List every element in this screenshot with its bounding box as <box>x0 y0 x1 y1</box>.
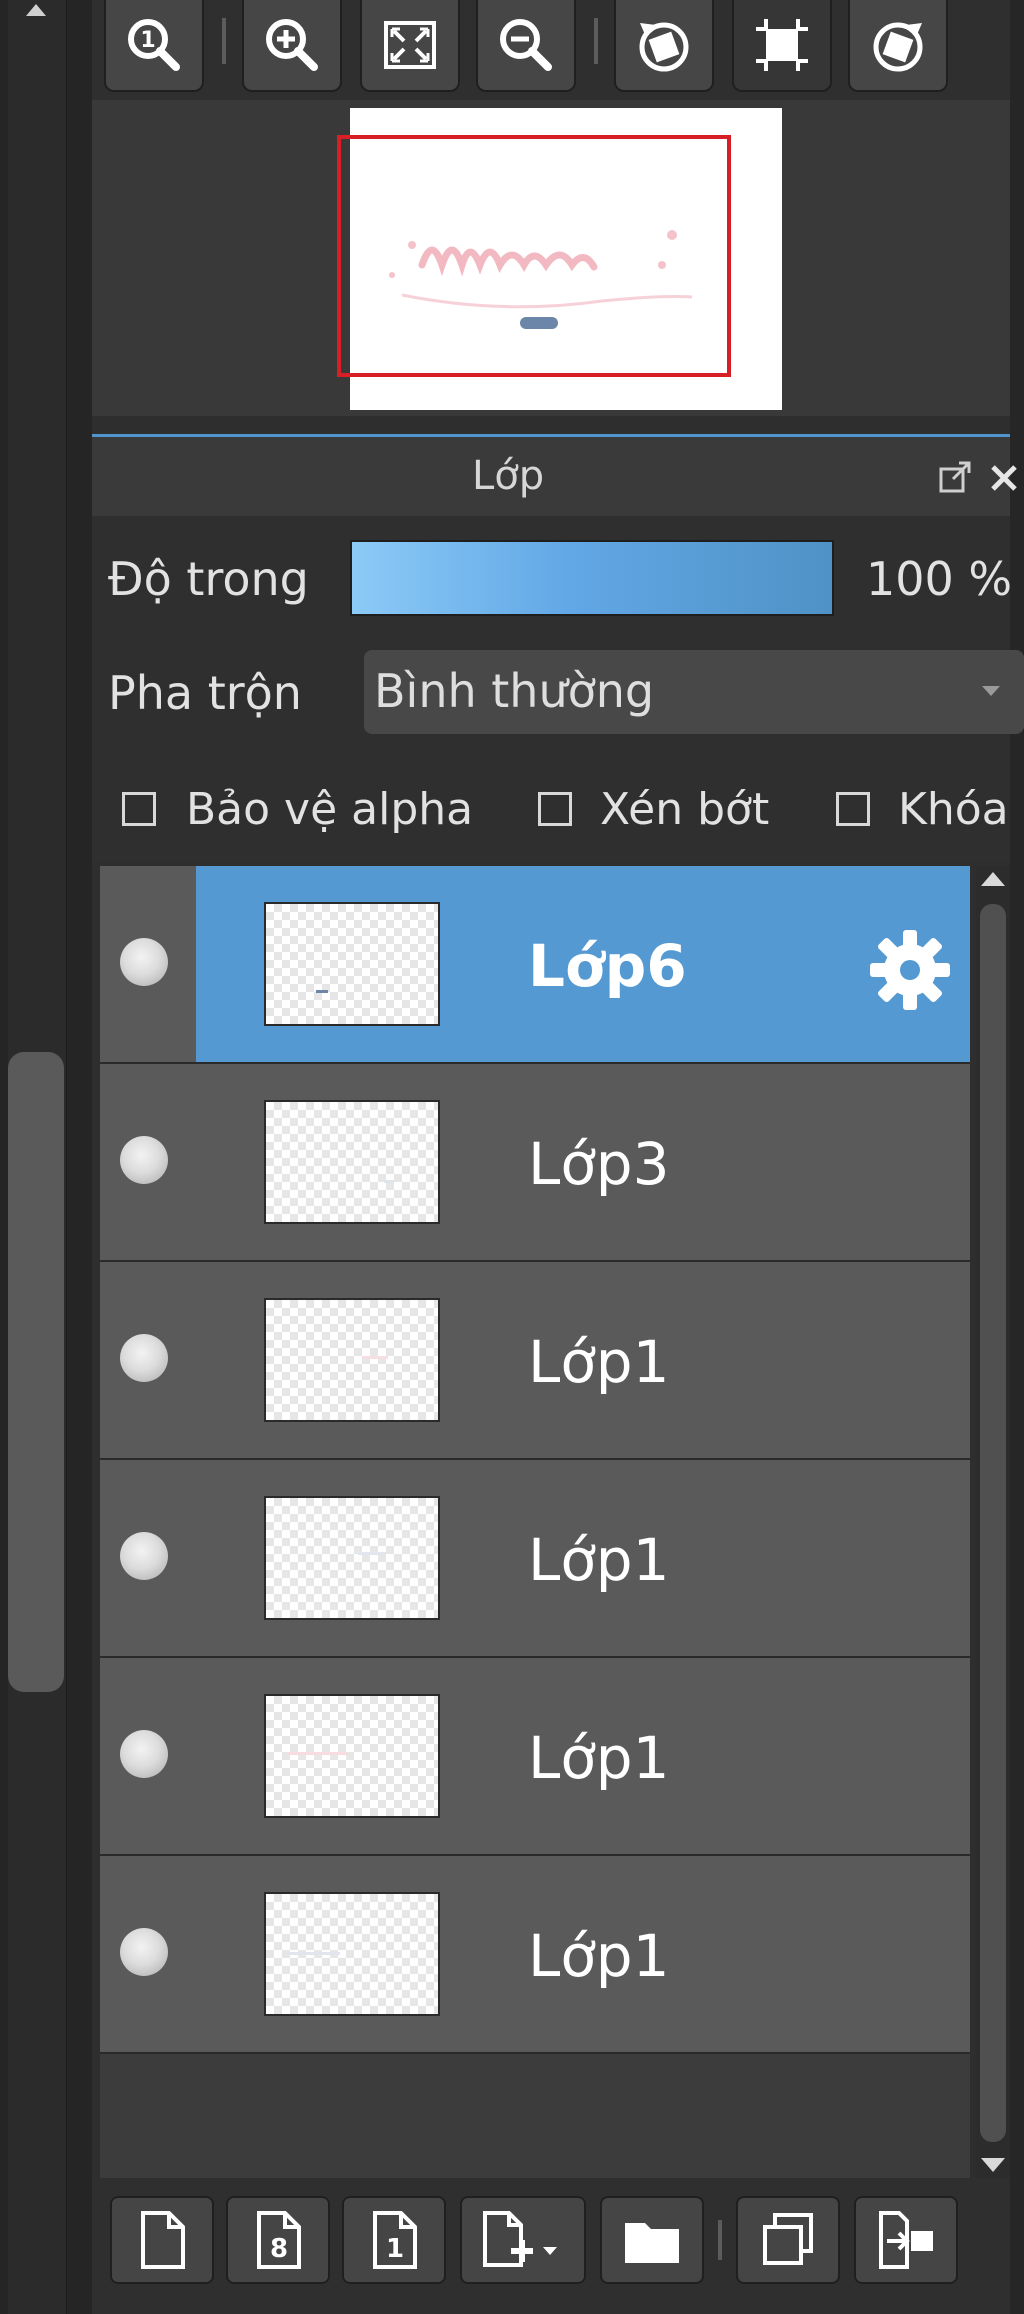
layer-name: Lớp3 <box>528 1130 670 1198</box>
scroll-up-arrow-icon[interactable] <box>981 872 1005 886</box>
layer-row[interactable]: Lớp1 <box>100 1460 970 1658</box>
layer-name: Lớp1 <box>528 1328 670 1396</box>
add-layer-menu-button[interactable] <box>460 2196 586 2284</box>
visibility-toggle-icon[interactable] <box>120 1928 168 1976</box>
fit-canvas-button[interactable] <box>732 0 832 92</box>
toolbar-separator <box>718 2220 722 2260</box>
layer-name: Lớp6 <box>528 932 687 1000</box>
zoom-out-icon <box>500 19 552 71</box>
new-folder-button[interactable] <box>600 2196 704 2284</box>
blend-mode-value: Bình thường <box>374 664 655 718</box>
layer-name: Lớp1 <box>528 1526 670 1594</box>
visibility-toggle-icon[interactable] <box>120 1730 168 1778</box>
layer-row[interactable]: Lớp6 <box>100 866 970 1064</box>
opacity-label: Độ trong <box>108 552 309 606</box>
merge-down-button[interactable] <box>854 2196 958 2284</box>
layer-thumbnail <box>264 902 440 1026</box>
rotate-left-button[interactable] <box>614 0 714 92</box>
zoom-1-icon: 1 <box>128 19 180 71</box>
zoom-in-icon <box>266 19 318 71</box>
new-1bit-layer-button[interactable]: 1 <box>342 2196 446 2284</box>
rotate-left-icon <box>639 22 689 72</box>
layer-thumbnail <box>264 1100 440 1224</box>
zoom-out-button[interactable] <box>476 0 576 92</box>
rotate-right-button[interactable] <box>848 0 948 92</box>
visibility-toggle-icon[interactable] <box>120 1334 168 1382</box>
left-scroll-up-icon[interactable] <box>22 0 50 18</box>
new-layer-button[interactable] <box>110 2196 214 2284</box>
visibility-toggle-icon[interactable] <box>120 938 168 986</box>
layer-panel-title: Lớp <box>472 453 545 499</box>
layer-row[interactable]: Lớp3 <box>100 1064 970 1262</box>
gear-icon[interactable] <box>864 924 956 1016</box>
merge-down-icon <box>879 2211 933 2269</box>
rotate-right-icon <box>873 22 923 72</box>
left-scrollbar-thumb[interactable] <box>8 1052 64 1692</box>
layer-thumbnail <box>264 1892 440 2016</box>
dropdown-arrow-icon <box>982 686 1000 696</box>
svg-text:1: 1 <box>140 28 155 53</box>
scroll-down-arrow-icon[interactable] <box>981 2158 1005 2172</box>
duplicate-layer-button[interactable] <box>736 2196 840 2284</box>
page-1-icon: 1 <box>373 2211 417 2269</box>
zoom-actual-size-button[interactable]: 1 <box>104 0 204 92</box>
page-8-icon: 8 <box>257 2211 301 2269</box>
lock-label: Khóa <box>898 784 1009 835</box>
layer-list-scroll-thumb[interactable] <box>980 904 1006 2142</box>
navigator-view-frame[interactable] <box>337 135 731 377</box>
new-page-icon <box>141 2211 185 2269</box>
layer-list: Lớp6 Lớp3 Lớp1 Lớp1 Lớp1 Lớp1 <box>100 866 970 2178</box>
new-8bit-layer-button[interactable]: 8 <box>226 2196 330 2284</box>
folder-icon <box>625 2223 679 2263</box>
popout-icon[interactable] <box>937 459 973 495</box>
svg-text:1: 1 <box>386 2234 404 2264</box>
layer-thumbnail <box>264 1298 440 1422</box>
layer-row[interactable]: Lớp1 <box>100 1658 970 1856</box>
page-add-dropdown-icon <box>483 2211 557 2267</box>
zoom-in-button[interactable] <box>242 0 342 92</box>
fit-canvas-icon <box>756 19 808 71</box>
toolbar-separator <box>222 18 226 64</box>
layer-name: Lớp1 <box>528 1724 670 1792</box>
opacity-slider[interactable] <box>350 540 834 616</box>
opacity-value: 100 % <box>866 552 1013 606</box>
protect-alpha-checkbox[interactable] <box>122 792 156 826</box>
visibility-toggle-icon[interactable] <box>120 1532 168 1580</box>
fit-to-window-button[interactable] <box>360 0 460 92</box>
fit-window-icon <box>384 21 436 69</box>
lock-checkbox[interactable] <box>836 792 870 826</box>
svg-text:8: 8 <box>270 2234 288 2264</box>
right-edge-strip <box>1010 0 1024 2314</box>
layer-panel-header: Lớp <box>92 434 1017 516</box>
layer-row[interactable]: Lớp1 <box>100 1856 970 2054</box>
blend-mode-label: Pha trộn <box>108 666 302 720</box>
toolbar-separator <box>594 18 598 64</box>
layer-row[interactable]: Lớp1 <box>100 1262 970 1460</box>
layer-name: Lớp1 <box>528 1922 670 1990</box>
visibility-toggle-icon[interactable] <box>120 1136 168 1184</box>
blend-mode-select[interactable]: Bình thường <box>364 650 1024 734</box>
protect-alpha-label: Bảo vệ alpha <box>186 784 474 835</box>
duplicate-icon <box>763 2213 813 2265</box>
clipping-checkbox[interactable] <box>538 792 572 826</box>
layer-thumbnail <box>264 1694 440 1818</box>
close-icon[interactable] <box>989 457 1017 497</box>
layer-thumbnail <box>264 1496 440 1620</box>
clipping-label: Xén bớt <box>600 784 770 835</box>
